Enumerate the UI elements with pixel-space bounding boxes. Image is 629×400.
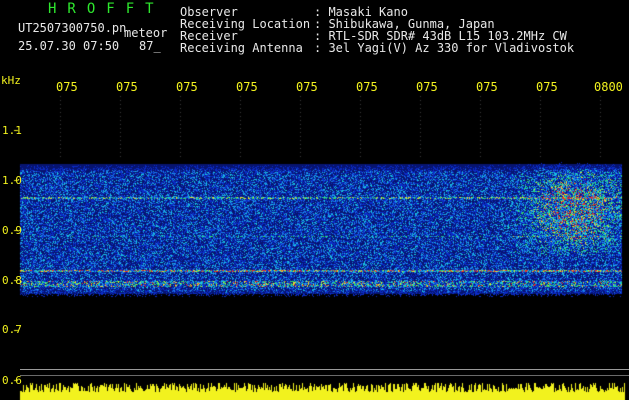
label-antenna: Receiving Antenna: [180, 41, 303, 55]
baseline-divider: [20, 375, 629, 376]
time-tick: 075: [416, 80, 438, 94]
time-tick: 075: [536, 80, 558, 94]
freq-label: 0.7: [2, 323, 22, 336]
freq-label: 1.1: [2, 124, 22, 137]
time-tick: 075: [296, 80, 318, 94]
axis-unit-label: kHz: [1, 74, 21, 87]
file-suffix: meteor: [124, 26, 168, 40]
time-tick: 0800: [594, 80, 623, 94]
freq-label: 0.9: [2, 224, 22, 237]
file-name: UT2507300750.pn: [18, 21, 127, 35]
time-tick: 075: [176, 80, 198, 94]
time-tick: 075: [56, 80, 78, 94]
time-tick: 075: [476, 80, 498, 94]
time-tick: 075: [116, 80, 138, 94]
time-tick: 075: [236, 80, 258, 94]
frame-count: 87_: [139, 39, 161, 53]
date-time: 25.07.30 07:50: [18, 39, 120, 53]
time-tick: 075: [356, 80, 378, 94]
freq-label: 1.0: [2, 174, 22, 187]
app-title: HROFFT: [48, 1, 165, 17]
freq-label: 0.8: [2, 274, 22, 287]
baseline-divider: [20, 369, 629, 370]
freq-label: 0.6: [2, 374, 22, 387]
value-antenna: : 3el Yagi(V) Az 330 for Vladivostok: [314, 41, 575, 55]
spectrogram-waterfall: [0, 0, 629, 400]
